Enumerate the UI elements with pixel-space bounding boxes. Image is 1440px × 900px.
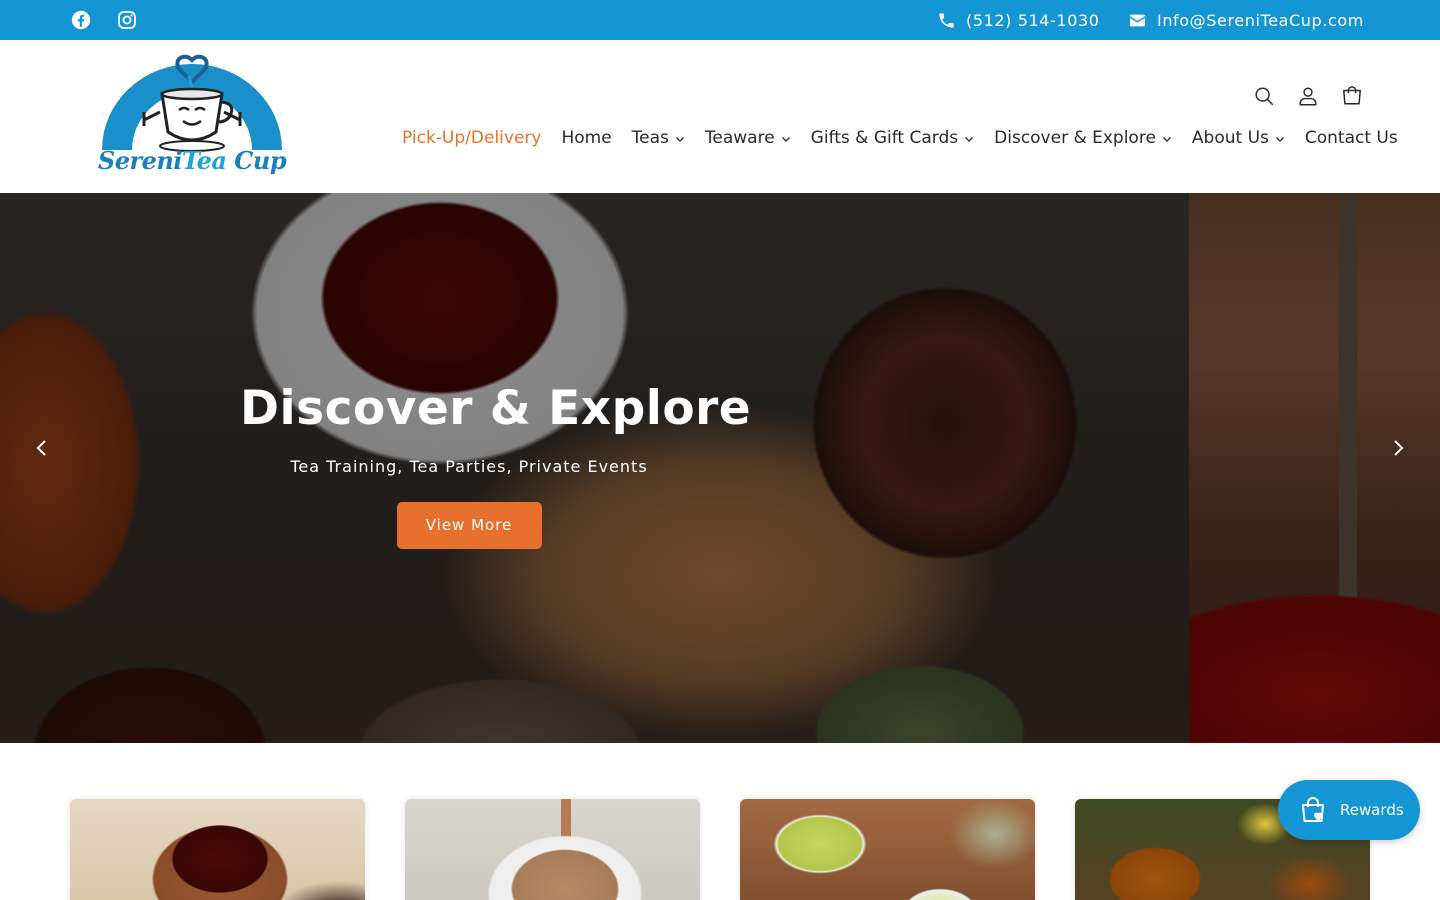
- nav-home[interactable]: Home: [561, 128, 611, 148]
- view-more-button[interactable]: View More: [396, 501, 542, 549]
- nav-teas[interactable]: Teas: [632, 128, 685, 148]
- instagram-icon[interactable]: [116, 9, 138, 31]
- envelope-icon: [1129, 14, 1146, 26]
- nav-label: Gifts & Gift Cards: [810, 128, 959, 148]
- main-navigation: Pick-Up/Delivery Home Teas Teaware Gifts…: [402, 128, 1440, 148]
- nav-contact-us[interactable]: Contact Us: [1305, 128, 1398, 148]
- nav-label: Teaware: [704, 128, 775, 148]
- chevron-down-icon: [781, 136, 791, 143]
- chevron-right-icon[interactable]: [1383, 433, 1413, 463]
- rewards-label: Rewards: [1340, 801, 1404, 819]
- header-actions: [1252, 84, 1364, 108]
- phone-number: (512) 514-1030: [966, 10, 1100, 30]
- phone-icon: [939, 12, 954, 28]
- chevron-down-icon: [964, 136, 974, 143]
- nav-label: Contact Us: [1304, 128, 1398, 148]
- chevron-left-icon[interactable]: [27, 433, 57, 463]
- facebook-icon[interactable]: [70, 9, 92, 31]
- hero-title: Discover & Explore: [240, 381, 752, 436]
- chevron-down-icon: [1162, 136, 1172, 143]
- top-bar: (512) 514-1030 Info@SereniTeaCup.com: [0, 0, 1440, 40]
- black-tea-card[interactable]: [70, 799, 365, 900]
- phone-link[interactable]: (512) 514-1030: [937, 0, 1100, 40]
- hero-slideshow: Discover & Explore Tea Training, Tea Par…: [0, 193, 1440, 743]
- chai-tea-card[interactable]: [405, 799, 700, 900]
- green-tea-card[interactable]: [740, 799, 1035, 900]
- shopping-bag-heart-icon: [1302, 797, 1324, 822]
- nav-label: Teas: [631, 128, 669, 148]
- rewards-launcher[interactable]: Rewards: [1278, 780, 1420, 840]
- search-icon[interactable]: [1252, 84, 1276, 108]
- site-header: SereniTea Cup Pick-Up/Delivery Home Teas…: [0, 40, 1440, 193]
- cart-icon[interactable]: [1340, 84, 1364, 108]
- logo-wordmark: SereniTea Cup: [97, 146, 287, 175]
- nav-gifts[interactable]: Gifts & Gift Cards: [811, 128, 974, 148]
- hero-content: Discover & Explore Tea Training, Tea Par…: [240, 381, 752, 549]
- account-icon[interactable]: [1296, 84, 1320, 108]
- chevron-down-icon: [675, 136, 685, 143]
- nav-discover-explore[interactable]: Discover & Explore: [994, 128, 1172, 148]
- nav-about-us[interactable]: About Us: [1192, 128, 1285, 148]
- next-slide-preview: [1189, 193, 1440, 743]
- nav-pickup-delivery[interactable]: Pick-Up/Delivery: [402, 128, 541, 148]
- nav-teaware[interactable]: Teaware: [705, 128, 791, 148]
- nav-label: About Us: [1191, 128, 1269, 148]
- nav-label: Pick-Up/Delivery: [402, 128, 542, 148]
- teacup-logo-icon: [102, 54, 282, 152]
- nav-label: Home: [561, 128, 612, 148]
- chevron-down-icon: [1275, 136, 1285, 143]
- email-address: Info@SereniTeaCup.com: [1157, 10, 1364, 30]
- hero-subtitle: Tea Training, Tea Parties, Private Event…: [290, 456, 648, 476]
- site-logo[interactable]: SereniTea Cup: [94, 54, 290, 180]
- email-link[interactable]: Info@SereniTeaCup.com: [1128, 0, 1364, 40]
- nav-label: Discover & Explore: [994, 128, 1156, 148]
- category-cards: [0, 743, 1440, 900]
